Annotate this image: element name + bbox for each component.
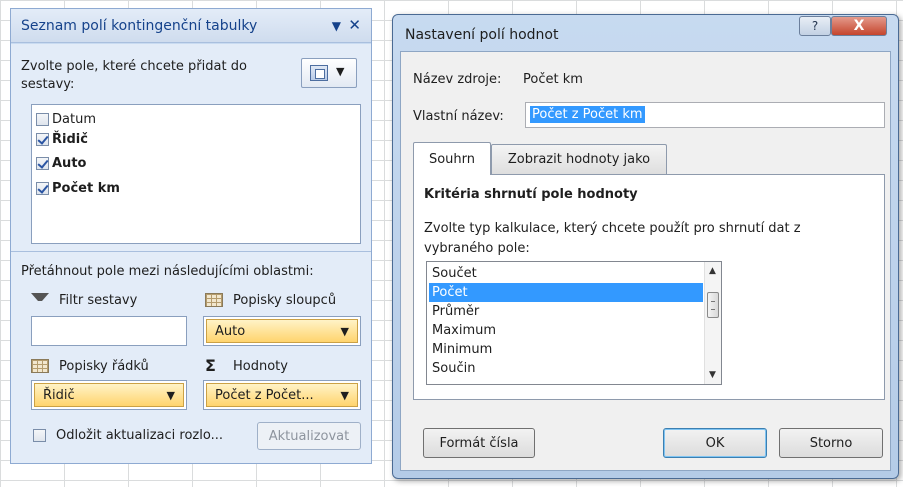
source-name-label: Název zdroje: bbox=[413, 72, 502, 87]
defer-update-label: Odložit aktualizaci rozlo... bbox=[56, 428, 223, 443]
field-checklist: Datum Řidič Auto Počet km bbox=[31, 104, 361, 244]
field-section: Zvolte pole, které chcete přidat do sest… bbox=[11, 44, 371, 251]
rows-area-label: Popisky řádků bbox=[31, 356, 149, 376]
field-label: Počet km bbox=[52, 180, 120, 196]
scroll-thumb[interactable] bbox=[707, 292, 719, 318]
list-item-selected[interactable]: Počet bbox=[429, 283, 703, 302]
value-field-settings-dialog: Nastavení polí hodnot ? X Název zdroje: … bbox=[392, 14, 899, 479]
chevron-down-icon[interactable]: ▼ bbox=[167, 389, 175, 402]
field-item-ridic[interactable]: Řidič bbox=[36, 129, 88, 149]
rows-field-chip[interactable]: Řidič ▼ bbox=[34, 383, 184, 407]
custom-name-value: Počet z Počet km bbox=[530, 106, 645, 123]
field-label: Datum bbox=[52, 111, 96, 127]
values-area-label: Σ Hodnoty bbox=[205, 356, 288, 375]
update-button[interactable]: Aktualizovat bbox=[257, 422, 361, 450]
dialog-title: Nastavení polí hodnot bbox=[405, 27, 559, 43]
field-checkbox[interactable] bbox=[36, 112, 49, 126]
filter-drop-zone[interactable] bbox=[31, 316, 187, 346]
help-button[interactable]: ? bbox=[799, 16, 831, 36]
list-item[interactable]: Průměr bbox=[429, 302, 703, 321]
dialog-close-button[interactable]: X bbox=[831, 16, 887, 36]
scroll-up-icon[interactable]: ▲ bbox=[709, 266, 716, 276]
filter-area-label: Filtr sestavy bbox=[31, 290, 137, 310]
areas-section: Přetáhnout pole mezi následujícími oblas… bbox=[11, 251, 371, 463]
list-item[interactable]: Minimum bbox=[429, 340, 703, 359]
layout-options-button[interactable]: ▼ bbox=[301, 58, 357, 88]
custom-name-label: Vlastní název: bbox=[413, 109, 504, 124]
cancel-button[interactable]: Storno bbox=[779, 428, 883, 458]
group-title: Kritéria shrnutí pole hodnoty bbox=[424, 187, 638, 202]
list-item[interactable]: Maximum bbox=[429, 321, 703, 340]
values-drop-zone[interactable]: Počet z Počet... ▼ bbox=[203, 380, 361, 410]
areas-title: Přetáhnout pole mezi následujícími oblas… bbox=[21, 264, 314, 279]
layout-icon bbox=[310, 65, 328, 81]
columns-drop-zone[interactable]: Auto ▼ bbox=[203, 316, 361, 346]
tab-zobrazit-hodnoty-jako[interactable]: Zobrazit hodnoty jako bbox=[491, 144, 667, 174]
field-label: Auto bbox=[52, 155, 87, 171]
columns-field-chip[interactable]: Auto ▼ bbox=[206, 319, 358, 343]
pivot-field-list-pane: Seznam polí kontingenční tabulky ▼ ✕ Zvo… bbox=[10, 8, 372, 464]
ok-button[interactable]: OK bbox=[663, 428, 767, 458]
field-checkbox[interactable] bbox=[36, 132, 49, 146]
summary-function-listbox[interactable]: Součet Počet Průměr Maximum Minimum Souč… bbox=[426, 261, 722, 385]
funnel-icon bbox=[31, 293, 49, 307]
values-field-chip[interactable]: Počet z Počet... ▼ bbox=[206, 383, 358, 407]
chevron-down-icon[interactable]: ▼ bbox=[341, 325, 349, 338]
field-item-datum[interactable]: Datum bbox=[36, 109, 96, 129]
pane-title-bar: Seznam polí kontingenční tabulky ▼ ✕ bbox=[11, 9, 371, 43]
list-item[interactable]: Součin bbox=[429, 359, 703, 378]
summarize-tab-panel: Kritéria shrnutí pole hodnoty Zvolte typ… bbox=[413, 174, 885, 400]
field-checkbox[interactable] bbox=[36, 181, 49, 195]
field-label: Řidič bbox=[52, 131, 88, 147]
chevron-down-icon[interactable]: ▼ bbox=[341, 389, 349, 402]
grid-icon bbox=[31, 359, 49, 373]
defer-update-option[interactable]: Odložit aktualizaci rozlo... bbox=[33, 428, 223, 443]
field-checkbox[interactable] bbox=[36, 156, 49, 170]
pane-options-dropdown-icon[interactable]: ▼ bbox=[332, 19, 341, 33]
pane-close-icon[interactable]: ✕ bbox=[348, 16, 361, 34]
defer-update-checkbox[interactable] bbox=[33, 429, 46, 442]
grid-icon bbox=[205, 293, 223, 307]
list-item[interactable]: Součet bbox=[429, 264, 703, 283]
tab-souhrn[interactable]: Souhrn bbox=[413, 142, 491, 175]
field-item-auto[interactable]: Auto bbox=[36, 153, 86, 173]
number-format-button[interactable]: Formát čísla bbox=[423, 428, 535, 458]
dialog-client-area: Název zdroje: Počet km Vlastní název: Po… bbox=[400, 51, 891, 471]
custom-name-input[interactable]: Počet z Počet km bbox=[525, 102, 885, 128]
group-description: Zvolte typ kalkulace, který chcete použí… bbox=[424, 221, 801, 256]
pane-title: Seznam polí kontingenční tabulky bbox=[21, 18, 258, 34]
columns-area-label: Popisky sloupců bbox=[205, 290, 336, 310]
field-prompt: Zvolte pole, které chcete přidat do sest… bbox=[21, 59, 247, 92]
chevron-down-icon: ▼ bbox=[336, 65, 345, 78]
rows-drop-zone[interactable]: Řidič ▼ bbox=[31, 380, 187, 410]
field-item-pocet-km[interactable]: Počet km bbox=[36, 178, 120, 198]
source-name-value: Počet km bbox=[523, 72, 583, 87]
sigma-icon: Σ bbox=[205, 356, 216, 375]
listbox-scrollbar[interactable]: ▲ ▼ bbox=[704, 262, 721, 384]
scroll-down-icon[interactable]: ▼ bbox=[709, 370, 716, 380]
